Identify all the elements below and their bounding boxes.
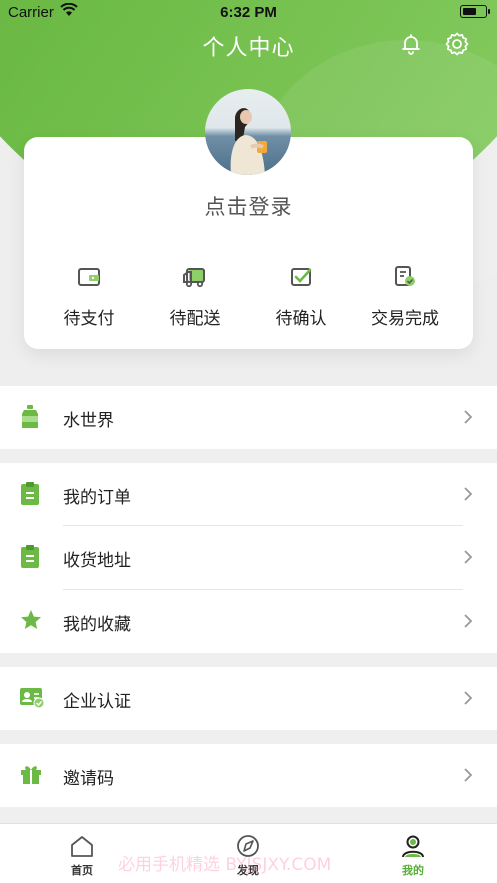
clipboard-icon <box>21 482 39 505</box>
chevron-right-icon <box>464 614 473 628</box>
star-icon <box>21 610 41 629</box>
chevron-right-icon <box>464 768 473 782</box>
battery-icon <box>460 5 490 18</box>
chevron-right-icon <box>464 410 473 424</box>
menu-group-invite: 邀请码 <box>0 744 497 807</box>
tab-mine[interactable]: 我的 <box>363 834 463 878</box>
menu-item-enterprise[interactable]: 企业认证 <box>0 667 497 730</box>
menu-label-my-orders: 我的订单 <box>63 488 131 508</box>
checkbox-icon <box>291 268 312 286</box>
menu-group-orders: 我的订单 收货地址 我的收藏 <box>0 463 497 653</box>
tab-mine-label: 我的 <box>402 864 424 877</box>
chevron-right-icon <box>464 691 473 705</box>
wallet-icon <box>78 268 100 286</box>
menu-group-water: 水世界 <box>0 386 497 449</box>
document-check-icon <box>395 266 415 286</box>
menu-label-enterprise: 企业认证 <box>63 692 131 712</box>
clipboard-icon <box>21 545 39 568</box>
order-pending-confirm[interactable]: 待确认 <box>245 264 357 329</box>
menu-label-invite-code: 邀请码 <box>63 769 114 789</box>
menu-item-address[interactable]: 收货地址 <box>0 526 497 589</box>
truck-icon <box>183 268 205 288</box>
menu-label-address: 收货地址 <box>63 551 131 571</box>
menu-item-my-orders[interactable]: 我的订单 <box>0 463 497 526</box>
menu-item-invite-code[interactable]: 邀请码 <box>0 744 497 807</box>
menu-item-water-world[interactable]: 水世界 <box>0 386 497 449</box>
order-pending-delivery-label: 待配送 <box>169 309 221 329</box>
water-bottle-icon <box>22 405 38 428</box>
order-pending-payment-label: 待支付 <box>63 309 115 329</box>
login-link[interactable]: 点击登录 <box>24 191 473 221</box>
avatar[interactable] <box>205 89 291 175</box>
chevron-right-icon <box>464 487 473 501</box>
menu-label-favorites: 我的收藏 <box>63 615 131 635</box>
user-icon <box>402 835 424 858</box>
tab-home[interactable]: 首页 <box>32 834 132 878</box>
watermark: 必用手机精选 BYJSJXY.COM <box>118 855 332 875</box>
menu-item-favorites[interactable]: 我的收藏 <box>0 590 497 653</box>
order-status-row: 待支付 待配送 待确认 交易完成 <box>24 264 473 334</box>
status-time: 6:32 PM <box>220 4 277 21</box>
order-pending-delivery[interactable]: 待配送 <box>139 264 251 329</box>
id-card-icon <box>20 688 45 709</box>
home-icon <box>71 836 93 857</box>
gear-icon[interactable] <box>444 31 470 61</box>
tab-home-label: 首页 <box>71 864 93 877</box>
order-completed-label: 交易完成 <box>371 309 439 329</box>
status-bar: Carrier 6:32 PM <box>0 0 497 26</box>
menu-group-enterprise: 企业认证 <box>0 667 497 730</box>
bell-icon[interactable] <box>399 32 423 60</box>
order-pending-confirm-label: 待确认 <box>275 309 327 329</box>
gift-icon <box>21 766 41 784</box>
order-pending-payment[interactable]: 待支付 <box>33 264 145 329</box>
chevron-right-icon <box>464 550 473 564</box>
order-completed[interactable]: 交易完成 <box>349 264 461 329</box>
menu-label-water-world: 水世界 <box>63 411 114 431</box>
